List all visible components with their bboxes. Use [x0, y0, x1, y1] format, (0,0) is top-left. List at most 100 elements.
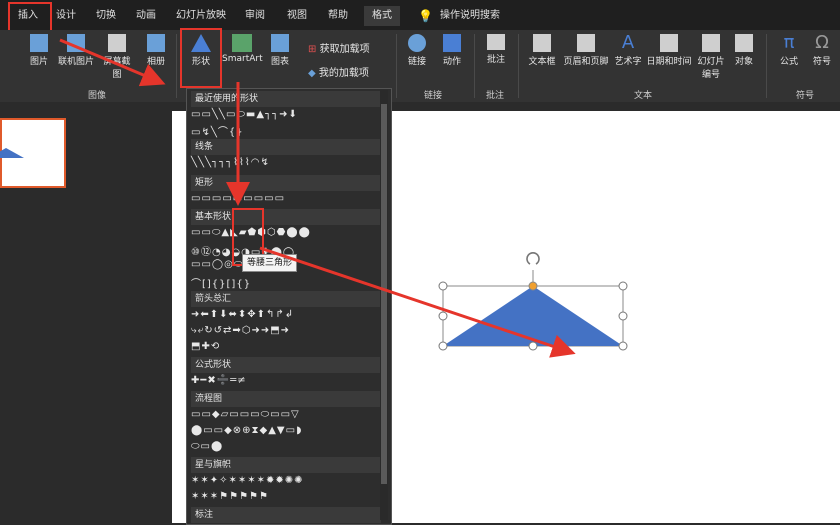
online-picture-button[interactable]: 联机图片 — [58, 34, 94, 67]
rotate-handle-icon[interactable] — [526, 252, 540, 265]
section-flowchart: 流程图 — [191, 391, 381, 407]
symbol-button[interactable]: Ω 符号 — [808, 32, 836, 68]
lightbulb-icon: 💡 — [418, 9, 433, 23]
tab-format[interactable]: 格式 — [364, 6, 400, 26]
shape-row[interactable]: ▭▭◆▱▭▭▭⬭▭▭▽ — [191, 409, 300, 420]
omega-icon: Ω — [815, 32, 829, 53]
highlight-shapes-button — [180, 28, 222, 88]
link-button[interactable]: 链接 — [404, 34, 430, 67]
chart-button[interactable]: 图表 — [266, 34, 294, 67]
date-time-button[interactable]: 日期和时间 — [646, 34, 692, 67]
action-button[interactable]: 动作 — [438, 34, 466, 67]
screenshot-icon — [108, 34, 126, 52]
shape-row[interactable]: ⤷⤶↻↺⇄➡⬡➜➜⬒➜ — [191, 325, 290, 336]
shapes-dropdown: 最近使用的形状 ▭▭╲╲▭⬭▬▲┐┐➜⬇ ▭↯╲⌒{} 线条 ╲╲╲┐┐┐⌇⌇⌇… — [186, 88, 392, 525]
ribbon-separator — [518, 34, 519, 98]
symbols-group-label: 符号 — [796, 91, 815, 101]
my-addins-label: 我的加载项 — [318, 68, 369, 79]
slide-number-button[interactable]: 幻灯片编号 — [696, 34, 726, 80]
tell-me-search[interactable]: 操作说明搜索 — [438, 6, 502, 26]
get-addins-button[interactable]: ⊞ 获取加载项 — [308, 40, 370, 55]
ribbon-separator — [766, 34, 767, 98]
shape-row[interactable]: ➜⬅⬆⬇⬌⬍✥⬆↰↱↲ — [191, 309, 294, 320]
smartart-icon — [232, 34, 252, 52]
chart-icon — [271, 34, 289, 52]
triangle-shape-selection[interactable] — [430, 250, 640, 360]
resize-handle[interactable] — [618, 341, 628, 351]
shape-tooltip: 等腰三角形 — [242, 254, 298, 272]
object-button[interactable]: 对象 — [730, 34, 758, 67]
textbox-label: 文本框 — [528, 57, 556, 67]
section-rectangles: 矩形 — [191, 175, 381, 191]
adjust-handle[interactable] — [528, 281, 538, 291]
wordart-button[interactable]: A 艺术字 — [612, 32, 644, 68]
scrollbar-thumb[interactable] — [381, 104, 387, 484]
screenshot-label: 屏幕截图 — [103, 57, 131, 80]
header-footer-label: 页眉和页脚 — [563, 57, 609, 67]
tab-slideshow[interactable]: 幻灯片放映 — [176, 6, 226, 26]
get-addins-label: 获取加载项 — [319, 44, 370, 55]
equation-button[interactable]: π 公式 — [774, 32, 804, 68]
resize-handle[interactable] — [438, 281, 448, 291]
tab-transitions[interactable]: 切换 — [90, 6, 122, 26]
link-label: 链接 — [407, 57, 426, 67]
shape-row[interactable]: ⌒[]{}[]{} — [191, 275, 251, 290]
wordart-label: 艺术字 — [614, 57, 642, 67]
resize-handle[interactable] — [528, 341, 538, 351]
comments-group-label: 批注 — [486, 91, 505, 101]
shape-row[interactable]: ✚━✖➗═≠ — [191, 375, 247, 386]
resize-handle[interactable] — [618, 281, 628, 291]
smartart-button[interactable]: SmartArt — [222, 34, 263, 64]
shape-row[interactable]: ⬤▭▭◆⊗⊕⧗◆▲▼▭◗ — [191, 425, 302, 436]
screenshot-button[interactable]: 屏幕截图 — [100, 34, 134, 80]
shape-row[interactable]: ▭↯╲⌒{} — [191, 123, 244, 138]
section-lines: 线条 — [191, 139, 381, 155]
smartart-label: SmartArt — [222, 54, 263, 64]
picture-label: 图片 — [29, 57, 48, 67]
shape-row[interactable]: ✶✶✶⚑⚑⚑⚑⚑ — [191, 491, 269, 502]
comment-icon — [487, 34, 505, 50]
shape-row[interactable]: ✶✶✦✧✶✶✶✶✹✹✺✺ — [191, 475, 304, 486]
comment-button[interactable]: 批注 — [482, 34, 510, 65]
section-stars-banners: 星与旗帜 — [191, 457, 381, 473]
header-footer-icon — [577, 34, 595, 52]
tab-design[interactable]: 设计 — [50, 6, 82, 26]
wordart-icon: A — [621, 32, 635, 53]
store-icon: ⊞ — [308, 44, 317, 55]
object-label: 对象 — [734, 57, 753, 67]
shape-row[interactable]: ▭▭▭▭▭▭▭▭▭ — [191, 193, 285, 204]
slide-number-icon — [702, 34, 720, 52]
tab-animations[interactable]: 动画 — [130, 6, 162, 26]
symbol-label: 符号 — [812, 57, 831, 67]
tab-help[interactable]: 帮助 — [322, 6, 354, 26]
tab-view[interactable]: 视图 — [282, 6, 312, 26]
header-footer-button[interactable]: 页眉和页脚 — [562, 34, 610, 67]
slide-number-label: 幻灯片编号 — [697, 57, 725, 80]
date-time-label: 日期和时间 — [646, 57, 692, 67]
picture-button[interactable]: 图片 — [26, 34, 52, 67]
addins-icon: ◆ — [308, 68, 316, 79]
object-icon — [735, 34, 753, 52]
my-addins-button[interactable]: ◆ 我的加载项 — [308, 64, 369, 79]
tab-review[interactable]: 审阅 — [238, 6, 272, 26]
action-label: 动作 — [442, 57, 461, 67]
resize-handle[interactable] — [618, 311, 628, 321]
textbox-button[interactable]: 文本框 — [526, 34, 558, 67]
shape-row[interactable]: ╲╲╲┐┐┐⌇⌇⌇◠↯ — [191, 157, 270, 168]
slide-thumbnail[interactable] — [0, 118, 66, 188]
photo-album-icon — [147, 34, 165, 52]
shape-row[interactable]: ⬭▭⬤ — [191, 441, 223, 452]
photo-album-label: 相册 — [146, 57, 165, 67]
isosceles-triangle[interactable] — [443, 286, 623, 346]
shape-row[interactable]: ⬒✚⟲ — [191, 341, 220, 352]
shape-row[interactable]: ▭▭╲╲▭⬭▬▲┐┐➜⬇ — [191, 109, 298, 120]
resize-handle[interactable] — [438, 341, 448, 351]
links-group-label: 链接 — [424, 91, 443, 101]
ribbon-separator — [176, 34, 177, 98]
pi-icon: π — [783, 32, 795, 53]
photo-album-button[interactable]: 相册 — [142, 34, 170, 67]
ribbon-tab-bar: 插入 设计 切换 动画 幻灯片放映 审阅 视图 帮助 格式 💡 操作说明搜索 — [0, 0, 840, 30]
thumbnail-triangle — [0, 148, 24, 158]
resize-handle[interactable] — [438, 311, 448, 321]
ribbon-separator — [396, 34, 397, 98]
